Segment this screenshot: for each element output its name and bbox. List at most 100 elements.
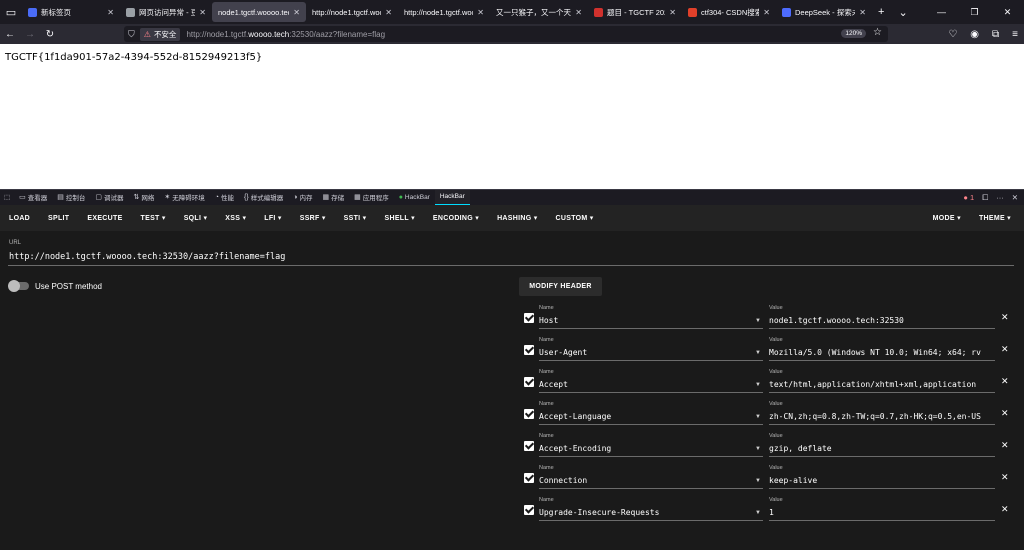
browser-tab[interactable]: 又一只猴子，又一个天命人 ✕ bbox=[490, 2, 588, 22]
tab-close-icon[interactable]: ✕ bbox=[477, 8, 484, 17]
site-security-indicator[interactable]: ⚠ 不安全 bbox=[139, 27, 181, 41]
close-devtools-icon[interactable]: ✕ bbox=[1012, 193, 1018, 202]
header-enabled-checkbox[interactable] bbox=[524, 345, 534, 355]
devtools-tab[interactable]: ✶ 无障碍环境 bbox=[159, 190, 209, 205]
error-count-badge[interactable]: ● 1 bbox=[963, 193, 974, 202]
devtools-tab[interactable]: ▭ 查看器 bbox=[14, 190, 52, 205]
chevron-down-icon[interactable]: ▼ bbox=[755, 350, 761, 356]
hackbar-menu-item[interactable]: LOAD bbox=[0, 215, 39, 222]
tab-close-icon[interactable]: ✕ bbox=[859, 8, 866, 17]
devtools-tab[interactable]: ◔ 性能 bbox=[210, 190, 239, 205]
minimize-button[interactable]: — bbox=[925, 7, 958, 17]
devtools-tab[interactable]: {} 样式编辑器 bbox=[239, 190, 288, 205]
zoom-level-badge[interactable]: 120% bbox=[841, 29, 866, 38]
header-value-input[interactable]: Mozilla/5.0 (Windows NT 10.0; Win64; x64… bbox=[769, 348, 995, 357]
chevron-down-icon[interactable]: ▼ bbox=[755, 478, 761, 484]
chevron-down-icon[interactable]: ▼ bbox=[755, 510, 761, 516]
browser-tab[interactable]: 网页访问异常 - 豆包✕ bbox=[120, 2, 212, 22]
chevron-down-icon[interactable]: ▼ bbox=[755, 446, 761, 452]
hackbar-menu-item[interactable]: HASHING ▾ bbox=[488, 214, 546, 222]
header-value-input[interactable]: gzip, deflate bbox=[769, 444, 995, 453]
header-enabled-checkbox[interactable] bbox=[524, 409, 534, 419]
header-value-input[interactable]: node1.tgctf.woooo.tech:32530 bbox=[769, 316, 995, 325]
devtools-tab[interactable]: ● HackBar bbox=[394, 190, 435, 205]
tab-overview-icon[interactable]: ▭ bbox=[0, 0, 22, 24]
header-name-input[interactable]: Accept-Encoding bbox=[539, 444, 761, 453]
browser-tab[interactable]: ctf304- CSDN搜索 ✕ bbox=[682, 2, 776, 22]
remove-header-icon[interactable]: ✕ bbox=[1001, 344, 1009, 355]
browser-tab[interactable]: 新标签页 ✕ bbox=[22, 2, 120, 22]
hackbar-menu-item[interactable]: EXECUTE bbox=[78, 215, 131, 222]
header-enabled-checkbox[interactable] bbox=[524, 377, 534, 387]
hackbar-menu-item[interactable]: SSTI ▾ bbox=[335, 214, 376, 222]
pocket-icon[interactable]: ♡ bbox=[948, 29, 957, 40]
devtools-tab[interactable]: HackBar bbox=[434, 189, 470, 205]
tab-close-icon[interactable]: ✕ bbox=[385, 8, 392, 17]
chevron-down-icon[interactable]: ▼ bbox=[755, 414, 761, 420]
header-value-input[interactable]: 1 bbox=[769, 508, 995, 517]
bookmark-star-icon[interactable]: ☆ bbox=[873, 27, 882, 38]
tab-close-icon[interactable]: ✕ bbox=[199, 8, 206, 17]
hackbar-menu-item[interactable]: SSRF ▾ bbox=[291, 214, 335, 222]
header-name-input[interactable]: Connection bbox=[539, 476, 761, 485]
remove-header-icon[interactable]: ✕ bbox=[1001, 440, 1009, 451]
restore-button[interactable]: ❐ bbox=[958, 7, 991, 18]
hackbar-menu-item[interactable]: TEST ▾ bbox=[132, 214, 175, 222]
tab-close-icon[interactable]: ✕ bbox=[293, 8, 300, 17]
chevron-down-icon[interactable]: ▼ bbox=[755, 318, 761, 324]
header-name-input[interactable]: Upgrade-Insecure-Requests bbox=[539, 508, 761, 517]
hackbar-menu-item[interactable]: SPLIT bbox=[39, 215, 78, 222]
remove-header-icon[interactable]: ✕ bbox=[1001, 408, 1009, 419]
header-value-input[interactable]: zh-CN,zh;q=0.8,zh-TW;q=0.7,zh-HK;q=0.5,e… bbox=[769, 412, 995, 421]
tab-close-icon[interactable]: ✕ bbox=[763, 8, 770, 17]
browser-tab[interactable]: http://node1.tgctf.wooo ✕ bbox=[398, 2, 490, 22]
devtools-tab[interactable]: ⇅ 网络 bbox=[129, 190, 160, 205]
tab-close-icon[interactable]: ✕ bbox=[107, 8, 114, 17]
header-value-input[interactable]: text/html,application/xhtml+xml,applicat… bbox=[769, 380, 995, 389]
hackbar-menu-item[interactable]: THEME ▾ bbox=[970, 214, 1020, 222]
remove-header-icon[interactable]: ✕ bbox=[1001, 376, 1009, 387]
devtools-tab[interactable]: ▤ 控制台 bbox=[52, 190, 90, 205]
element-picker-icon[interactable]: ⬚ bbox=[0, 190, 14, 205]
header-enabled-checkbox[interactable] bbox=[524, 473, 534, 483]
address-url-text[interactable]: http://node1.tgctf.woooo.tech:32530/aazz… bbox=[186, 30, 385, 39]
hackbar-menu-item[interactable]: LFI ▾ bbox=[255, 214, 290, 222]
hackbar-menu-item[interactable]: SHELL ▾ bbox=[376, 214, 424, 222]
header-name-input[interactable]: Host bbox=[539, 316, 761, 325]
browser-tab[interactable]: DeepSeek - 探索未至 ✕ bbox=[776, 2, 872, 22]
header-value-input[interactable]: keep-alive bbox=[769, 476, 995, 485]
extensions-icon[interactable]: ⧉ bbox=[992, 29, 999, 40]
close-window-button[interactable]: ✕ bbox=[991, 7, 1024, 18]
header-enabled-checkbox[interactable] bbox=[524, 313, 534, 323]
hackbar-menu-item[interactable]: ENCODING ▾ bbox=[424, 214, 488, 222]
back-arrow-icon[interactable]: ← bbox=[0, 29, 20, 40]
hackbar-menu-item[interactable]: SQLI ▾ bbox=[175, 214, 217, 222]
header-enabled-checkbox[interactable] bbox=[524, 441, 534, 451]
devtools-tab[interactable]: ▢ 调试器 bbox=[90, 190, 128, 205]
chevron-down-icon[interactable]: ▼ bbox=[755, 382, 761, 388]
url-input[interactable]: http://node1.tgctf.woooo.tech:32530/aazz… bbox=[9, 252, 285, 262]
devtools-tab[interactable]: ▦ 存储 bbox=[317, 190, 349, 205]
modify-header-button[interactable]: MODIFY HEADER bbox=[519, 277, 602, 296]
remove-header-icon[interactable]: ✕ bbox=[1001, 504, 1009, 515]
header-name-input[interactable]: Accept-Language bbox=[539, 412, 761, 421]
forward-arrow-icon[interactable]: → bbox=[20, 29, 40, 40]
browser-tab[interactable]: node1.tgctf.woooo.tech:3 ✕ bbox=[212, 2, 306, 22]
new-tab-button[interactable]: + bbox=[878, 6, 884, 18]
post-method-toggle[interactable] bbox=[8, 280, 29, 292]
hackbar-menu-item[interactable]: MODE ▾ bbox=[924, 214, 970, 222]
hackbar-menu-item[interactable]: XSS ▾ bbox=[216, 214, 255, 222]
browser-tab[interactable]: http://node1.tgctf.wooo ✕ bbox=[306, 2, 398, 22]
tab-close-icon[interactable]: ✕ bbox=[669, 8, 676, 17]
header-name-input[interactable]: User-Agent bbox=[539, 348, 761, 357]
browser-tab[interactable]: 题目 - TGCTF 2025 ✕ bbox=[588, 2, 682, 22]
hackbar-menu-item[interactable]: CUSTOM ▾ bbox=[547, 214, 603, 222]
devtools-options-icon[interactable]: ··· bbox=[996, 193, 1004, 202]
tab-close-icon[interactable]: ✕ bbox=[575, 8, 582, 17]
list-all-tabs-button[interactable]: ⌄ bbox=[898, 6, 907, 19]
remove-header-icon[interactable]: ✕ bbox=[1001, 312, 1009, 323]
account-icon[interactable]: ◉ bbox=[970, 29, 979, 40]
devtools-tab[interactable]: ▦ 应用程序 bbox=[349, 190, 394, 205]
devtools-tab[interactable]: ◑ 内存 bbox=[288, 190, 317, 205]
remove-header-icon[interactable]: ✕ bbox=[1001, 472, 1009, 483]
